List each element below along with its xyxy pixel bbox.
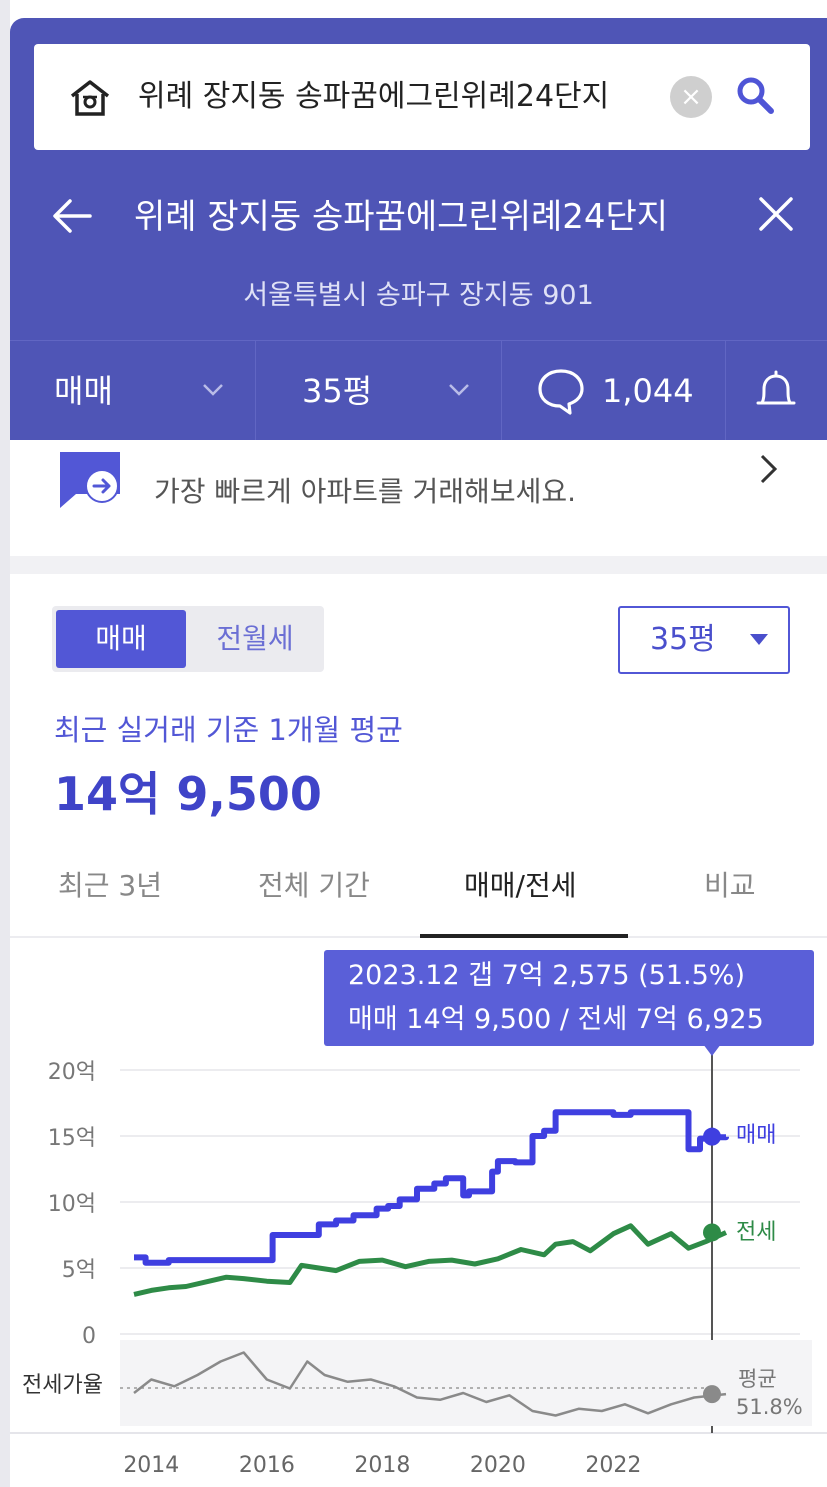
clear-icon[interactable]: × <box>670 76 712 118</box>
size-label: 35평 <box>302 372 373 410</box>
chevron-down-icon <box>203 384 223 396</box>
chart-tooltip: 2023.12 갭 7억 2,575 (51.5%) 매매 14억 9,500 … <box>324 950 814 1046</box>
trade-type-dropdown[interactable]: 매매 <box>10 341 256 441</box>
search-box[interactable]: 위례 장지동 송파꿈에그린위례24단지 × <box>34 44 810 150</box>
alarm-button[interactable] <box>726 341 827 441</box>
top-strip <box>0 0 827 18</box>
section-divider <box>10 556 827 574</box>
filter-bar: 매매 35평 1,044 <box>10 340 827 441</box>
tab-sale-jeonse[interactable]: 매매/전세 <box>464 866 576 906</box>
active-tab-indicator <box>420 934 628 938</box>
size-select[interactable]: 35평 <box>618 606 790 674</box>
trade-segment-control: 매매 전월세 <box>52 606 324 672</box>
chevron-down-icon <box>449 384 469 396</box>
home-icon[interactable] <box>68 78 112 118</box>
header: 위례 장지동 송파꿈에그린위례24단지 × 위례 장지동 송파꿈에그린위례24단… <box>10 18 827 441</box>
average-price: 14억 9,500 <box>54 767 322 821</box>
size-select-label: 35평 <box>650 622 716 657</box>
comment-count: 1,044 <box>602 372 694 410</box>
tab-compare[interactable]: 비교 <box>704 866 756 906</box>
comment-icon <box>538 369 584 415</box>
tooltip-line-gap: 2023.12 갭 7억 2,575 (51.5%) <box>348 960 745 991</box>
chart-tabs: 최근 3년 전체 기간 매매/전세 비교 <box>10 858 827 938</box>
segment-sale[interactable]: 매매 <box>56 610 186 668</box>
page-title: 위례 장지동 송파꿈에그린위례24단지 <box>134 197 669 237</box>
chevron-right-icon[interactable] <box>758 452 780 486</box>
size-dropdown[interactable]: 35평 <box>256 341 502 441</box>
segment-rent[interactable]: 전월세 <box>190 610 320 668</box>
comments-button[interactable]: 1,044 <box>502 341 726 441</box>
search-icon[interactable] <box>734 74 776 116</box>
trade-type-label: 매매 <box>54 372 113 410</box>
tooltip-pointer <box>703 1044 721 1056</box>
close-icon[interactable] <box>756 194 796 234</box>
search-input[interactable]: 위례 장지동 송파꿈에그린위례24단지 <box>138 74 668 120</box>
caret-down-icon <box>750 634 768 645</box>
average-label: 최근 실거래 기준 1개월 평균 <box>54 713 403 747</box>
address: 서울특별시 송파구 장지동 901 <box>243 280 594 311</box>
chat-arrow-icon <box>60 452 120 508</box>
left-strip <box>0 0 10 1487</box>
bell-icon <box>756 370 796 405</box>
tab-recent-3y[interactable]: 최근 3년 <box>58 866 162 906</box>
promo-banner[interactable]: 가장 빠르게 아파트를 거래해보세요. <box>10 440 827 556</box>
promo-text: 가장 빠르게 아파트를 거래해보세요. <box>154 475 577 508</box>
title-row: 위례 장지동 송파꿈에그린위례24단지 <box>10 178 827 258</box>
tooltip-line-prices: 매매 14억 9,500 / 전세 7억 6,925 <box>348 1004 764 1035</box>
tab-all-period[interactable]: 전체 기간 <box>258 866 370 906</box>
back-arrow-icon[interactable] <box>50 196 94 236</box>
